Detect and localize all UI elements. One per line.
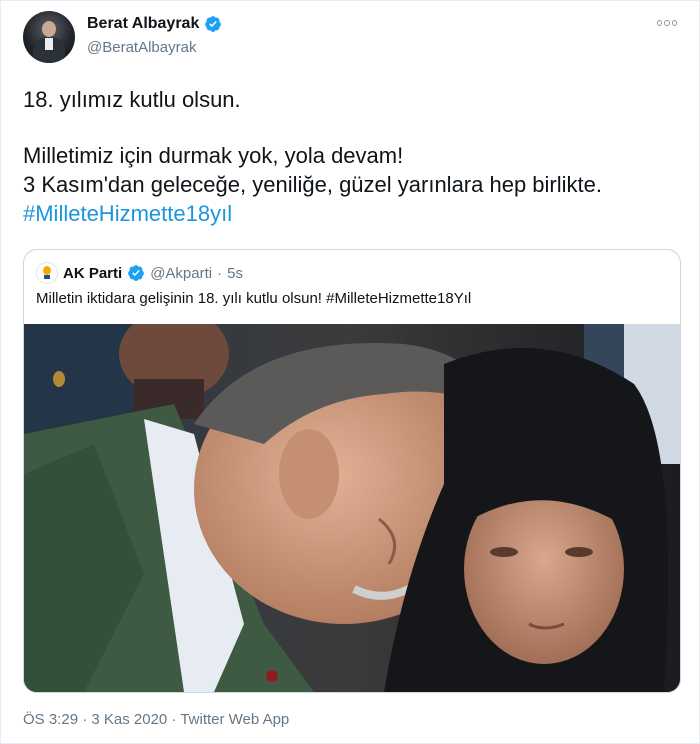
tweet-card: Berat Albayrak @BeratAlbayrak 18. yılımı… [0, 0, 700, 744]
ak-parti-logo [36, 262, 58, 284]
author-name-row[interactable]: Berat Albayrak [87, 15, 222, 33]
author-display-name[interactable]: Berat Albayrak [87, 15, 199, 33]
quoted-hashtag[interactable]: #MilleteHizmette18Yıl [326, 290, 471, 307]
quoted-tweet-header: AK Parti @Akparti · 5s [36, 262, 243, 284]
tweet-meta[interactable]: ÖS 3:29 · 3 Kas 2020 · Twitter Web App [23, 711, 289, 728]
quoted-text-body: Milletin iktidara gelişinin 18. yılı kut… [36, 290, 327, 307]
quoted-timestamp[interactable]: 5s [227, 265, 243, 282]
quoted-display-name[interactable]: AK Parti [63, 265, 122, 282]
tweet-text: 18. yılımız kutlu olsun. Milletimiz için… [23, 85, 679, 228]
author-avatar[interactable] [23, 11, 75, 63]
photo-illustration [24, 324, 680, 692]
quoted-tweet-text: Milletin iktidara gelişinin 18. yılı kut… [36, 290, 471, 307]
more-options-icon[interactable] [657, 15, 677, 31]
tweet-hashtag-link[interactable]: #MilleteHizmette18yıl [23, 201, 232, 226]
verified-badge-icon [128, 265, 145, 281]
quoted-tweet-photo[interactable] [24, 324, 680, 692]
tweet-line-1: 18. yılımız kutlu olsun. [23, 87, 241, 112]
author-handle[interactable]: @BeratAlbayrak [87, 39, 196, 56]
quoted-tweet[interactable]: AK Parti @Akparti · 5s Milletin iktidara… [23, 249, 681, 693]
tweet-line-3: 3 Kasım'dan geleceğe, yeniliğe, güzel ya… [23, 172, 602, 197]
tweet-line-2: Milletimiz için durmak yok, yola devam! [23, 143, 404, 168]
quoted-separator: · [217, 264, 223, 282]
verified-badge-icon [205, 16, 222, 32]
quoted-handle[interactable]: @Akparti [150, 265, 212, 282]
